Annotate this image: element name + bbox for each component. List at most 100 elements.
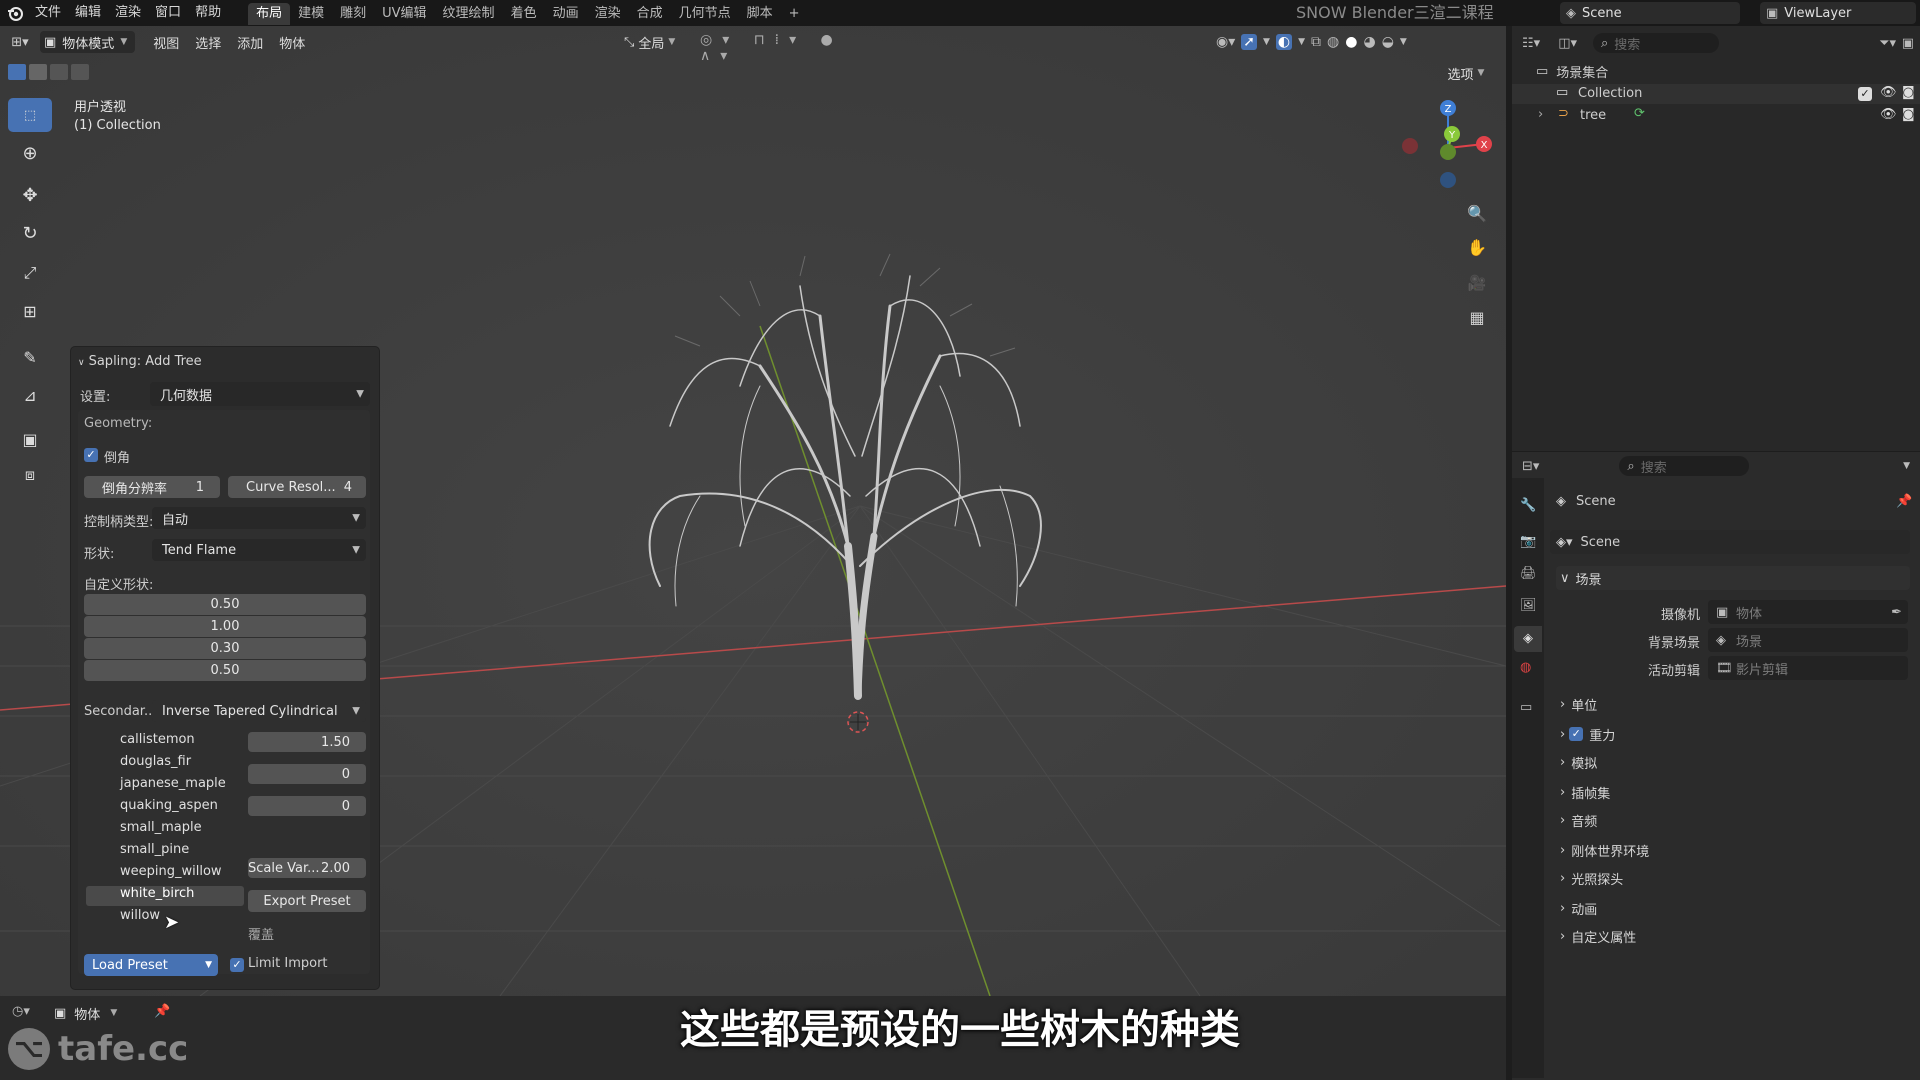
eyedropper-icon[interactable]: ✒ xyxy=(1891,605,1902,620)
custom-shape-field-4[interactable]: 0.50 xyxy=(84,660,366,681)
overwrite-label[interactable]: 覆盖 xyxy=(248,924,274,943)
units-panel-header[interactable]: › 单位 xyxy=(1556,692,1910,716)
collection-exclude-checkbox[interactable]: ✓ xyxy=(1858,87,1872,101)
scene-datablock-selector[interactable]: ◈▾ Scene xyxy=(1550,530,1910,554)
workspace-tab-shading[interactable]: 着色 xyxy=(503,3,545,25)
menu-edit[interactable]: 编辑 xyxy=(68,0,108,26)
scale-tool[interactable]: ⤢ xyxy=(8,256,52,290)
workspace-tab-animation[interactable]: 动画 xyxy=(545,3,587,25)
handle-type-dropdown[interactable]: 自动 ▼ xyxy=(152,507,366,529)
export-preset-button[interactable]: Export Preset xyxy=(248,890,366,912)
background-scene-field[interactable]: ◈ 场景 xyxy=(1708,628,1908,652)
preset-item[interactable]: weeping_willow xyxy=(120,864,222,879)
annotate-tool[interactable]: ✎ xyxy=(8,340,52,374)
solid-shading-icon[interactable]: ● xyxy=(1345,34,1357,50)
pan-button[interactable]: ✋ xyxy=(1462,232,1492,262)
select-box-tool[interactable]: ⬚ xyxy=(8,98,52,132)
output-tab-icon[interactable]: 🖨 xyxy=(1520,566,1537,581)
custom-properties-panel-header[interactable]: › 自定义属性 xyxy=(1556,924,1910,948)
overlay-toggle-icon[interactable]: ◐ xyxy=(1275,34,1293,50)
limit-import-checkbox[interactable]: ✓ xyxy=(230,958,244,972)
selection-mode-buttons[interactable] xyxy=(8,64,118,82)
scene-panel-header[interactable]: ∨ 场景 xyxy=(1556,566,1910,590)
pin-icon[interactable]: 📌 xyxy=(1896,494,1912,509)
zoom-button[interactable]: 🔍 xyxy=(1462,198,1492,228)
sapling-panel-header[interactable]: ∨ Sapling: Add Tree xyxy=(78,354,202,369)
render-tab-icon[interactable]: 📷 xyxy=(1520,534,1536,549)
tool-tab-icon[interactable]: 🔧 xyxy=(1520,498,1536,513)
properties-editor-icon[interactable]: ⊟▾ xyxy=(1522,459,1539,474)
menu-help[interactable]: 帮助 xyxy=(188,0,228,26)
settings-dropdown[interactable]: 几何数据 ▼ xyxy=(150,382,370,406)
preset-item[interactable]: callistemon xyxy=(120,732,195,747)
object-mode-dropdown[interactable]: ▣ 物体模式 ▼ xyxy=(40,31,136,53)
bevel-checkbox[interactable]: ✓ xyxy=(84,448,98,462)
eye-icon[interactable]: 👁 xyxy=(1880,85,1897,100)
gizmo-toggle-icon[interactable]: ➚ xyxy=(1241,34,1257,50)
bevel-resolution-field[interactable]: 倒角分辨率 1 xyxy=(84,476,220,498)
outliner-root-row[interactable]: ▭ 场景集合 xyxy=(1536,62,1608,81)
preset-item[interactable]: small_pine xyxy=(120,842,189,857)
load-preset-dropdown[interactable]: Load Preset ▼ xyxy=(84,954,218,976)
viewport-menu-view[interactable]: 视图 xyxy=(145,33,187,52)
select-new-icon[interactable] xyxy=(8,64,26,80)
outliner-collection-row[interactable]: ▭ Collection ✓ 👁 ◙ xyxy=(1512,84,1920,104)
custom-shape-field-3[interactable]: 0.30 xyxy=(84,638,366,659)
xray-toggle-icon[interactable]: ⧉ xyxy=(1311,34,1321,50)
workspace-tab-scripting[interactable]: 脚本 xyxy=(739,3,781,25)
blender-logo-icon[interactable] xyxy=(2,0,28,26)
light-probes-panel-header[interactable]: › 光照探头 xyxy=(1556,866,1910,890)
camera-render-icon[interactable]: ◙ xyxy=(1902,85,1915,100)
measure-tool[interactable]: ⊿ xyxy=(8,378,52,412)
scale-variation-field[interactable]: Scale Var... 2.00 xyxy=(248,858,366,878)
menu-render[interactable]: 渲染 xyxy=(108,0,148,26)
select-extend-icon[interactable] xyxy=(29,64,47,80)
viewport-menu-object[interactable]: 物体 xyxy=(271,33,313,52)
properties-search[interactable]: ⌕ 搜索 xyxy=(1619,456,1750,476)
view-layer-tab-icon[interactable]: 🖼 xyxy=(1520,598,1537,613)
visibility-icon[interactable]: ◉▾ xyxy=(1216,34,1235,50)
cursor-tool[interactable]: ⊕ xyxy=(8,136,52,170)
rendered-shading-icon[interactable]: ◒ xyxy=(1382,34,1394,50)
preset-item[interactable]: quaking_aspen xyxy=(120,798,218,813)
workspace-tab-modeling[interactable]: 建模 xyxy=(290,3,332,25)
viewport-shading-toolbar[interactable]: ◉▾ ➚ ▼ ◐ ▼ ⧉ ◍ ● ◕ ◒ ▼ xyxy=(1216,32,1496,52)
world-tab-icon[interactable]: ◍ xyxy=(1520,660,1531,675)
preset-item[interactable]: douglas_fir xyxy=(120,754,191,769)
workspace-tab-geometry-nodes[interactable]: 几何节点 xyxy=(671,3,739,25)
rotate-tool[interactable]: ↻ xyxy=(8,216,52,250)
simulation-panel-header[interactable]: › 模拟 xyxy=(1556,750,1910,774)
secondary-value-field-3[interactable]: 0 xyxy=(248,796,366,816)
move-tool[interactable]: ✥ xyxy=(8,178,52,212)
viewlayer-selector[interactable]: ▣ ViewLayer xyxy=(1760,2,1916,24)
add-cube-tool[interactable]: ▣ xyxy=(8,422,52,456)
transform-tool[interactable]: ⊞ xyxy=(8,294,52,328)
secondary-value-field-1[interactable]: 1.50 xyxy=(248,732,366,752)
active-clip-field[interactable]: 🎞 影片剪辑 xyxy=(1708,656,1908,680)
chevron-down-icon[interactable]: ▼ xyxy=(1903,461,1910,471)
material-shading-icon[interactable]: ◕ xyxy=(1363,34,1375,50)
navigation-gizmo[interactable]: Z Y X xyxy=(1396,96,1496,196)
workspace-tab-rendering[interactable]: 渲染 xyxy=(587,3,629,25)
curve-resolution-field[interactable]: Curve Resol... 4 xyxy=(228,476,366,498)
secondary-value-field-2[interactable]: 0 xyxy=(248,764,366,784)
gravity-panel-header[interactable]: › ✓ 重力 xyxy=(1556,722,1910,746)
options-dropdown[interactable]: 选项 ▼ xyxy=(1436,62,1496,84)
audio-panel-header[interactable]: › 音频 xyxy=(1556,808,1910,832)
keying-sets-panel-header[interactable]: › 插帧集 xyxy=(1556,780,1910,804)
menu-window[interactable]: 窗口 xyxy=(148,0,188,26)
workspace-tab-sculpting[interactable]: 雕刻 xyxy=(332,3,374,25)
workspace-tab-compositing[interactable]: 合成 xyxy=(629,3,671,25)
gravity-checkbox[interactable]: ✓ xyxy=(1569,727,1584,741)
preset-item[interactable]: small_maple xyxy=(120,820,202,835)
select-subtract-icon[interactable] xyxy=(50,64,68,80)
scene-tab-icon[interactable]: ◈ xyxy=(1514,626,1542,652)
viewport-menu-select[interactable]: 选择 xyxy=(187,33,229,52)
outliner-object-row[interactable]: › ⊃ tree ⟳ 👁 ◙ xyxy=(1512,106,1920,126)
eye-icon[interactable]: 👁 xyxy=(1880,107,1897,122)
workspace-tab-layout[interactable]: 布局 xyxy=(248,3,291,25)
custom-shape-field-1[interactable]: 0.50 xyxy=(84,594,366,615)
menu-file[interactable]: 文件 xyxy=(28,0,68,26)
outliner-search[interactable]: ⌕ 搜索 xyxy=(1593,33,1719,53)
outliner-editor-icon[interactable]: ☷▾ xyxy=(1522,36,1540,51)
